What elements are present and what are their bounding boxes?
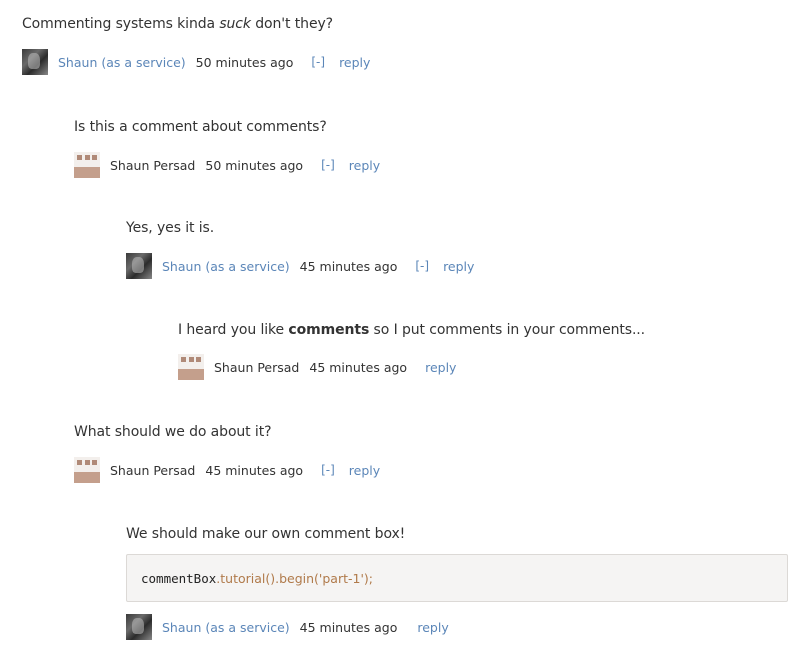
code-object: commentBox xyxy=(141,570,217,586)
comment-meta: Shaun Persad 45 minutes ago [-] reply xyxy=(74,457,380,483)
collapse-toggle[interactable]: [-] xyxy=(321,158,335,172)
comment-text-part: Commenting systems kinda xyxy=(22,16,220,32)
comment-text: Yes, yes it is. xyxy=(126,220,215,236)
comment-text: Commenting systems kinda suck don't they… xyxy=(22,16,333,32)
comment-text: I heard you like comments so I put comme… xyxy=(178,322,645,338)
comment-meta: Shaun (as a service) 45 minutes ago [-] … xyxy=(126,253,474,279)
avatar-photo-icon[interactable] xyxy=(126,614,152,640)
code-block: commentBox .tutorial().begin('part-1'); xyxy=(126,554,788,602)
comment-text: What should we do about it? xyxy=(74,424,272,440)
identicon-avatar-icon[interactable] xyxy=(74,457,100,483)
comment-text-part: don't they? xyxy=(250,16,333,32)
comment-timestamp: 50 minutes ago xyxy=(195,54,294,70)
reply-link[interactable]: reply xyxy=(425,360,456,375)
author-name[interactable]: Shaun Persad xyxy=(110,158,195,173)
identicon-avatar-icon[interactable] xyxy=(74,152,100,178)
reply-link[interactable]: reply xyxy=(349,463,380,478)
comment-text: We should make our own comment box! xyxy=(126,526,406,542)
comment-timestamp: 45 minutes ago xyxy=(309,359,408,375)
comment-meta: Shaun (as a service) 45 minutes ago repl… xyxy=(126,614,449,640)
avatar-photo-icon[interactable] xyxy=(22,49,48,75)
comment-timestamp: 50 minutes ago xyxy=(205,157,304,173)
author-name[interactable]: Shaun Persad xyxy=(110,463,195,478)
comment-meta: Shaun Persad 45 minutes ago reply xyxy=(178,354,456,380)
comment-timestamp: 45 minutes ago xyxy=(299,258,398,274)
identicon-avatar-icon[interactable] xyxy=(178,354,204,380)
reply-link[interactable]: reply xyxy=(443,259,474,274)
comment-timestamp: 45 minutes ago xyxy=(205,462,304,478)
comment-text-part: so I put comments in your comments... xyxy=(369,322,646,338)
comment-text: Is this a comment about comments? xyxy=(74,119,327,135)
comment-text-bold: comments xyxy=(288,322,370,338)
reply-link[interactable]: reply xyxy=(417,620,448,635)
avatar-photo-icon[interactable] xyxy=(126,253,152,279)
author-link[interactable]: Shaun (as a service) xyxy=(162,259,290,274)
comment-timestamp: 45 minutes ago xyxy=(299,619,398,635)
reply-link[interactable]: reply xyxy=(339,55,370,70)
author-name[interactable]: Shaun Persad xyxy=(214,360,299,375)
comment-text-part: I heard you like xyxy=(178,322,289,338)
collapse-toggle[interactable]: [-] xyxy=(311,55,325,69)
collapse-toggle[interactable]: [-] xyxy=(415,259,429,273)
code-method-chain: .tutorial().begin('part-1'); xyxy=(216,570,373,586)
author-link[interactable]: Shaun (as a service) xyxy=(58,55,186,70)
comment-text-emphasis: suck xyxy=(219,16,251,32)
comment-meta: Shaun (as a service) 50 minutes ago [-] … xyxy=(22,49,370,75)
author-link[interactable]: Shaun (as a service) xyxy=(162,620,290,635)
reply-link[interactable]: reply xyxy=(349,158,380,173)
collapse-toggle[interactable]: [-] xyxy=(321,463,335,477)
comment-meta: Shaun Persad 50 minutes ago [-] reply xyxy=(74,152,380,178)
